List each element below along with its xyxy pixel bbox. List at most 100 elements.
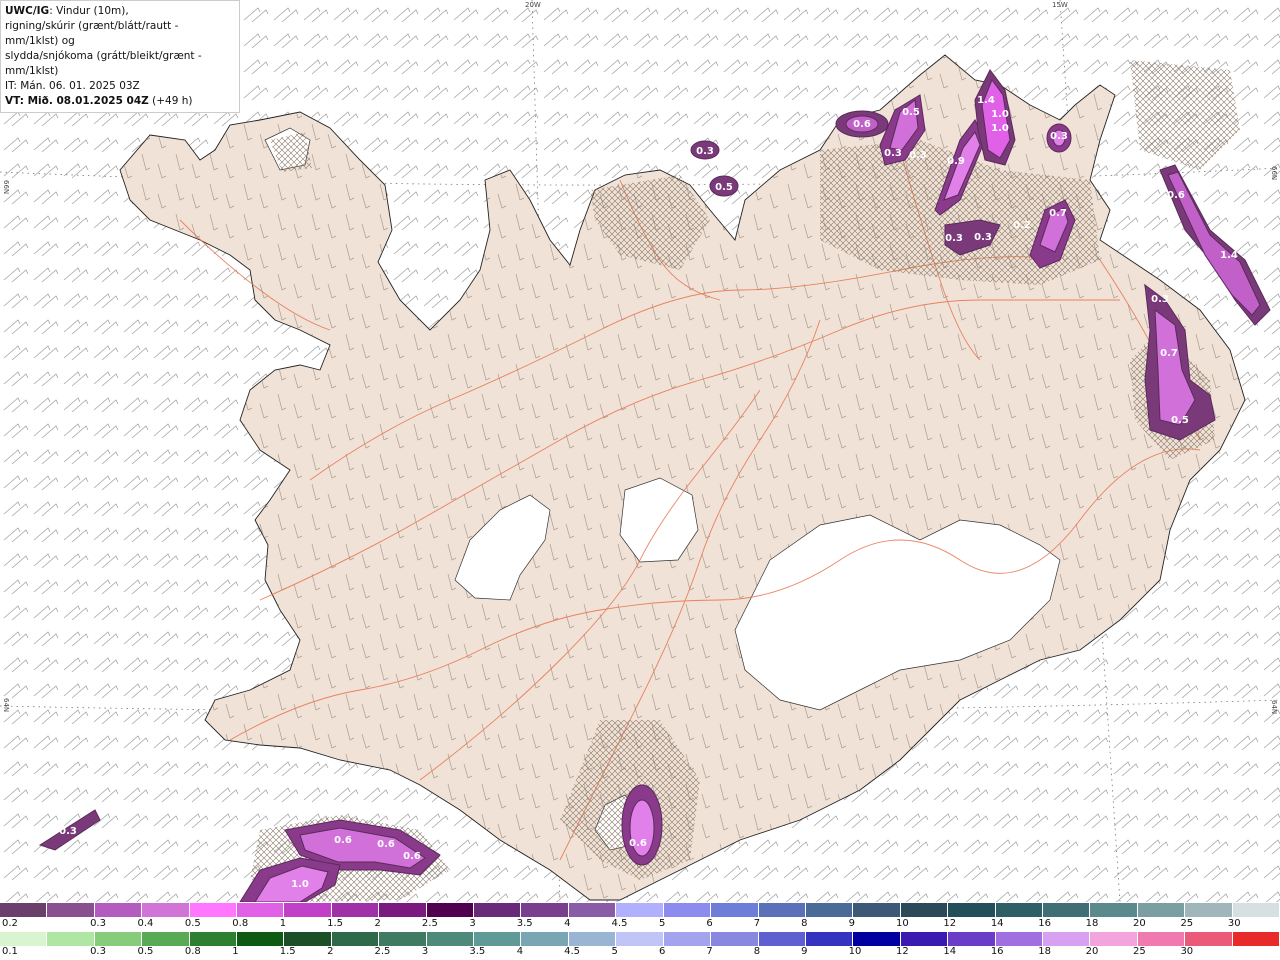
scale-tick-label: 8: [801, 918, 808, 929]
scale-swatch: [142, 903, 190, 917]
snow-color-scale: [0, 903, 1280, 917]
precip-value: 0.3: [1050, 131, 1068, 142]
scale-swatch: [47, 932, 95, 946]
precip-value: 0.5: [715, 182, 733, 193]
scale-tick-label: 1.5: [279, 946, 296, 957]
precip-value: 1.0: [991, 123, 1009, 134]
info-line-5: VT: Mið. 08.01.2025 04Z (+49 h): [5, 95, 193, 107]
scale-swatch: [0, 932, 48, 946]
scale-swatch: [1042, 903, 1091, 917]
scale-swatch: [995, 932, 1043, 946]
valid-time: VT: Mið. 08.01.2025 04Z: [5, 95, 149, 107]
scale-tick-label: 20: [1085, 946, 1099, 957]
scale-swatch: [948, 932, 996, 946]
scale-swatch: [568, 932, 617, 946]
scale-swatch: [47, 903, 95, 917]
precip-value: 1.0: [291, 879, 309, 890]
scale-swatch: [948, 903, 996, 917]
scale-tick-label: 0.5: [137, 946, 154, 957]
scale-tick-label: 2.5: [421, 918, 438, 929]
scale-tick-label: 6: [658, 946, 666, 957]
lat-label-64n-left: 64N: [2, 698, 10, 712]
scale-swatch: [142, 932, 190, 946]
scale-tick-label: 1.5: [327, 918, 344, 929]
scale-tick-label: 2: [327, 946, 334, 957]
precip-value: 0.3: [59, 826, 77, 837]
precip-value: 1.0: [991, 109, 1009, 120]
precip-value: 0.2: [1013, 220, 1031, 231]
rain-color-scale: [0, 932, 1280, 946]
lat-label-64n-right: 64N: [1270, 700, 1278, 714]
scale-tick-label: 0.2: [2, 918, 18, 929]
scale-swatch: [284, 932, 332, 946]
scale-swatch: [426, 932, 475, 946]
scale-tick-label: 3.5: [469, 946, 486, 957]
info-line-2: rigning/skúrir (grænt/blátt/rautt - mm/1…: [5, 20, 179, 47]
scale-swatch: [758, 903, 806, 917]
map-info-box: UWC/IG: Vindur (10m), rigning/skúrir (gr…: [0, 0, 240, 113]
scale-tick-label: 0.8: [184, 946, 201, 957]
scale-swatch: [711, 903, 759, 917]
precip-value: 0.6: [334, 835, 352, 846]
scale-swatch: [237, 932, 285, 946]
product-name: UWC/IG: [5, 5, 50, 17]
scale-tick-label: 0.8: [232, 918, 249, 929]
scale-swatch: [1232, 903, 1280, 917]
scale-tick-label: 8: [753, 946, 761, 957]
lon-label-15w: 15W: [1052, 1, 1068, 9]
precip-value: 0.6: [377, 839, 395, 850]
precip-value: 0.5: [902, 107, 920, 118]
scale-swatch: [995, 903, 1043, 917]
scale-swatch: [1090, 932, 1138, 946]
info-line-1: UWC/IG: Vindur (10m),: [5, 5, 129, 17]
precip-value: 1.4: [1220, 250, 1238, 261]
scale-swatch: [616, 932, 664, 946]
scale-tick-label: 10: [896, 918, 909, 929]
scale-tick-label: 25: [1133, 946, 1146, 957]
scale-swatch: [1137, 932, 1186, 946]
scale-swatch: [237, 903, 285, 917]
snow-scale-labels: 0.2 0.3 0.4 0.5 0.8 1 1.5 2 2.5 3 3.5 4 4.5 5 6 7 8 9 10 12…: [0, 918, 1280, 932]
scale-tick-label: 10: [848, 946, 862, 957]
lat-label-66n-right: 66N: [1270, 166, 1278, 180]
scale-tick-label: 30: [1180, 946, 1194, 957]
scale-tick-label: 9: [801, 946, 808, 957]
precip-value: 0.7: [1160, 348, 1178, 359]
scale-swatch: [331, 932, 380, 946]
precip-value: 0.6: [853, 119, 871, 130]
scale-tick-label: 14: [943, 946, 957, 957]
scale-tick-label: 4.5: [564, 946, 581, 957]
scale-swatch: [94, 932, 143, 946]
scale-swatch: [663, 932, 712, 946]
scale-swatch: [853, 903, 901, 917]
scale-tick-label: 0.3: [90, 946, 106, 957]
scale-swatch: [379, 903, 427, 917]
scale-tick-label: 0.5: [184, 918, 201, 929]
scale-tick-label: 9: [848, 918, 855, 929]
precip-value: 0.6: [403, 851, 421, 862]
precip-value: 0.5: [1171, 415, 1189, 426]
scale-swatch: [711, 932, 759, 946]
scale-tick-label: 4.5: [611, 918, 628, 929]
precip-value: 0.6: [1167, 190, 1185, 201]
scale-tick-label: 1: [279, 918, 287, 929]
scale-swatch: [616, 903, 664, 917]
scale-tick-label: 1: [232, 946, 239, 957]
scale-tick-label: 5: [658, 918, 666, 929]
scale-tick-label: 0.3: [90, 918, 106, 929]
scale-swatch: [663, 903, 712, 917]
scale-swatch: [1185, 932, 1233, 946]
scale-swatch: [94, 903, 143, 917]
scale-tick-label: 12: [943, 918, 957, 929]
scale-tick-label: 16: [990, 946, 1004, 957]
weather-map: 20W 15W 66N 66N 64N 64N 0.6 0.5 0.3 0.3 …: [0, 0, 1280, 902]
scale-swatch: [189, 903, 238, 917]
precip-value: 1.4: [977, 95, 995, 106]
scale-tick-label: 4: [564, 918, 571, 929]
precip-value: 0.3: [909, 150, 927, 161]
scale-tick-label: 25: [1180, 918, 1194, 929]
scale-tick-label: 18: [1038, 946, 1051, 957]
precip-value: 0.3: [1151, 294, 1169, 305]
scale-swatch: [1090, 903, 1138, 917]
rain-scale-labels: 0.1 0.3 0.5 0.8 1 1.5 2 2.5 3 3.5 4 4.5 5 6 7 8 9 10 12 14 1…: [0, 946, 1280, 960]
